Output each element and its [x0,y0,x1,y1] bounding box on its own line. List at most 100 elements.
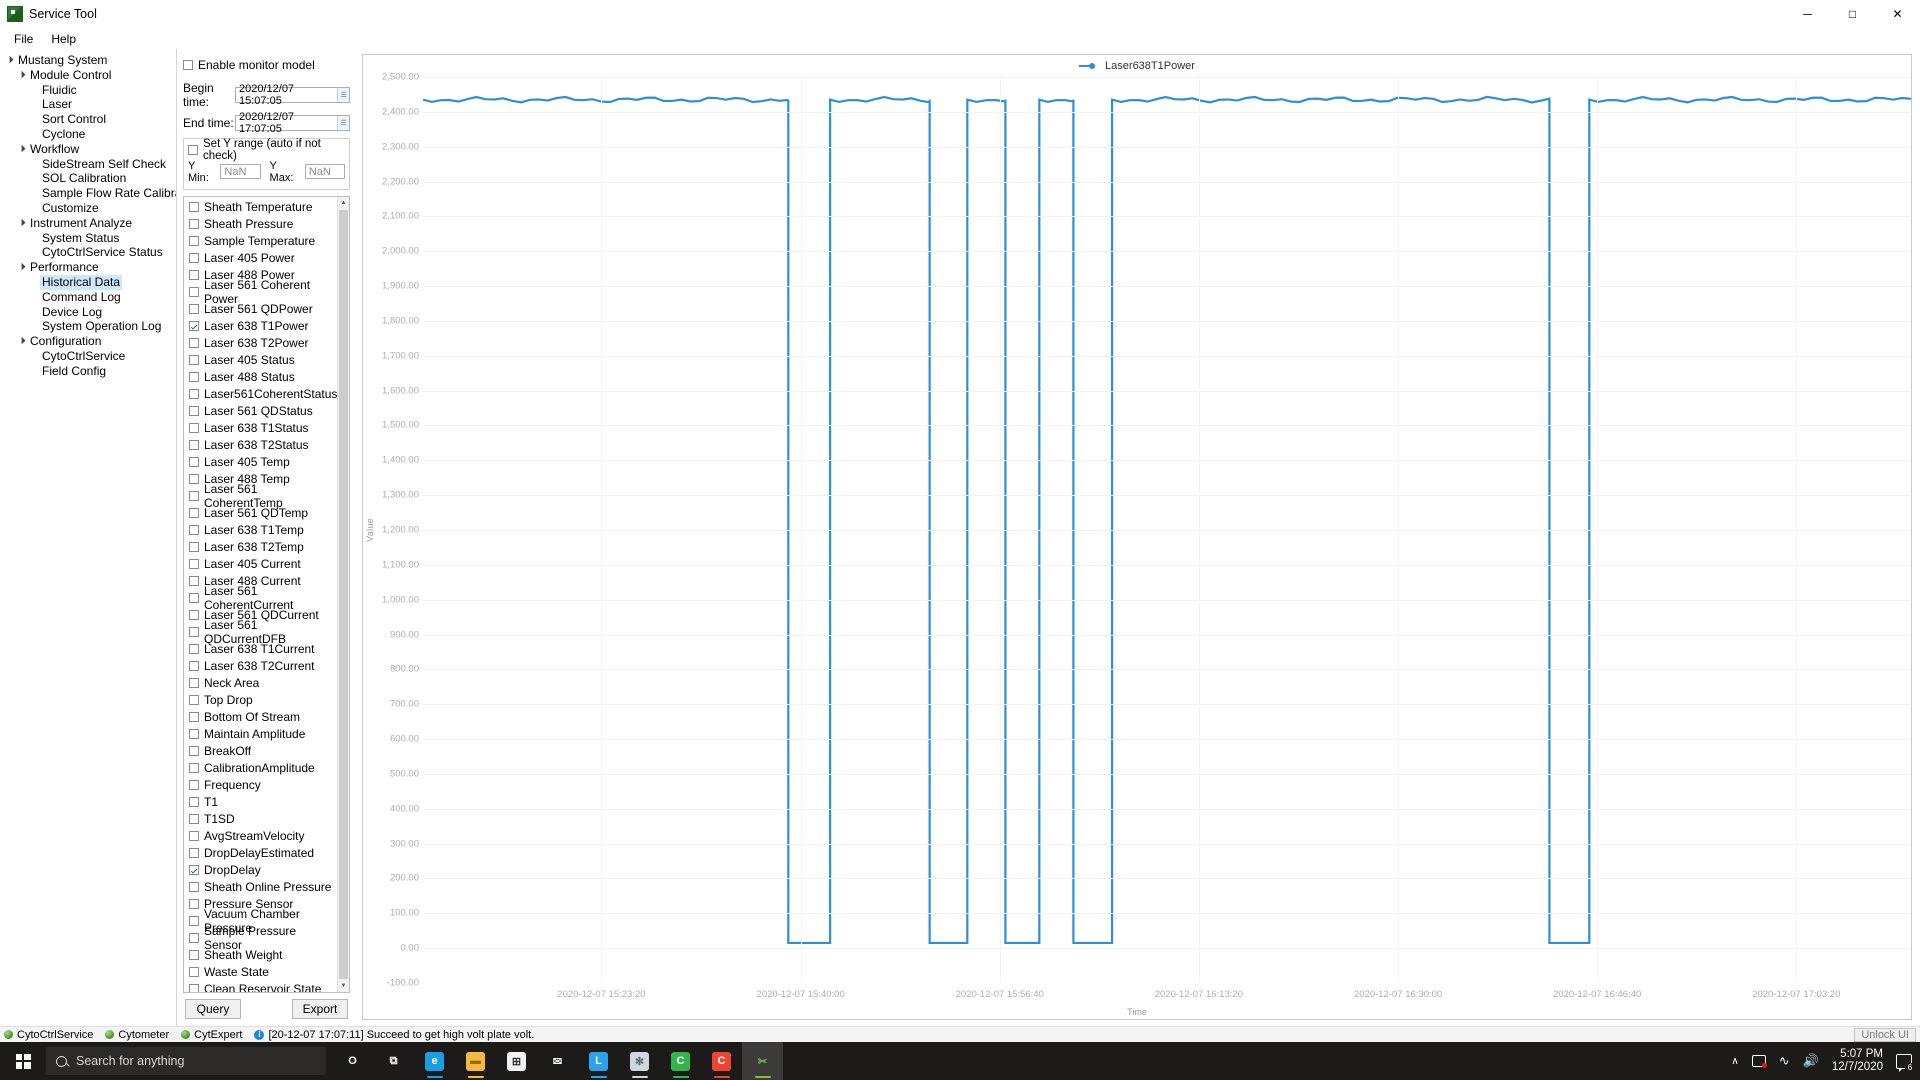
signal-item-laser-638-t1temp[interactable]: Laser 638 T1Temp [189,522,337,539]
signal-checkbox[interactable] [189,287,199,298]
sidebar-item-device-log[interactable]: Device Log [0,305,176,320]
end-time-input[interactable]: 2020/12/07 17:07:05 ☰ [235,111,350,135]
signal-item-laser-405-power[interactable]: Laser 405 Power [189,250,337,267]
sidebar-item-laser[interactable]: Laser [0,97,176,112]
l-app-button[interactable]: L [578,1042,619,1080]
signal-item-dropdelayestimated[interactable]: DropDelayEstimated [189,845,337,862]
sidebar-item-sample-flow-rate-calibration[interactable]: Sample Flow Rate Calibration [0,186,176,201]
sidebar-item-system-status[interactable]: System Status [0,231,176,246]
signal-item-laser-405-current[interactable]: Laser 405 Current [189,556,337,573]
signal-checkbox[interactable] [189,644,199,655]
y-min-input[interactable]: NaN [220,164,261,180]
signal-item-laser-488-status[interactable]: Laser 488 Status [189,369,337,386]
wifi-icon[interactable]: ∿ [1779,1053,1790,1069]
sidebar-item-sidestream-self-check[interactable]: SideStream Self Check [0,157,176,172]
signal-checkbox[interactable] [189,491,199,502]
signal-item-sample-temperature[interactable]: Sample Temperature [189,233,337,250]
notifications-icon[interactable]: 6 [1896,1053,1915,1073]
sidebar-item-field-config[interactable]: Field Config [0,364,176,379]
start-button[interactable] [0,1042,46,1080]
sidebar-item-configuration[interactable]: ◢ Configuration [0,334,176,349]
signal-checkbox[interactable] [189,474,199,485]
taskbar-search-input[interactable]: Search for anything [46,1047,326,1075]
minimize-button[interactable]: ─ [1785,0,1830,29]
sidebar-item-cytoctrlservice[interactable]: CytoCtrlService [0,349,176,364]
signal-item-waste-state[interactable]: Waste State [189,964,337,981]
sidebar-item-performance[interactable]: ◢ Performance [0,260,176,275]
sidebar-item-historical-data[interactable]: Historical Data [0,274,176,290]
signal-item-clean-reservoir-state[interactable]: Clean Reservoir State [189,981,337,992]
signal-checkbox[interactable] [189,559,199,570]
sidebar-item-cytoctrlservice-status[interactable]: CytoCtrlService Status [0,245,176,260]
signal-item-sheath-pressure[interactable]: Sheath Pressure [189,216,337,233]
scroll-down-button[interactable]: ▼ [338,980,350,992]
chart-legend[interactable]: Laser638T1Power [363,55,1911,77]
sidebar-item-mustang-system[interactable]: ◢ Mustang System [0,53,176,68]
signal-item-neck-area[interactable]: Neck Area [189,675,337,692]
signal-item-top-drop[interactable]: Top Drop [189,692,337,709]
begin-time-input[interactable]: 2020/12/07 15:07:05 ☰ [235,83,350,107]
sidebar-item-cyclone[interactable]: Cyclone [0,127,176,142]
taskbar-clock[interactable]: 5:07 PM 12/7/2020 [1832,1048,1883,1074]
signal-item-laser-638-t1status[interactable]: Laser 638 T1Status [189,420,337,437]
show-hidden-icons-icon[interactable]: ∧ [1731,1056,1738,1067]
signal-checkbox[interactable] [189,253,199,264]
signal-checkbox[interactable] [189,627,199,638]
signal-item-laser-638-t1power[interactable]: Laser 638 T1Power [189,318,337,335]
maximize-button[interactable]: □ [1830,0,1875,29]
signal-checkbox[interactable] [189,542,199,553]
network-icon[interactable] [1751,1055,1767,1068]
signal-checkbox[interactable] [189,848,199,859]
edge-button[interactable]: e [414,1042,455,1080]
signal-checkbox[interactable] [189,321,199,332]
unlock-ui-button[interactable]: Unlock UI [1854,1027,1916,1042]
signal-item-sheath-temperature[interactable]: Sheath Temperature [189,199,337,216]
sidebar-item-command-log[interactable]: Command Log [0,290,176,305]
sidebar-item-module-control[interactable]: ◢ Module Control [0,68,176,83]
signal-checkbox[interactable] [189,304,199,315]
signal-item-avgstreamvelocity[interactable]: AvgStreamVelocity [189,828,337,845]
sidebar-item-instrument-analyze[interactable]: ◢ Instrument Analyze [0,216,176,231]
signal-checkbox[interactable] [189,746,199,757]
signal-checkbox[interactable] [189,525,199,536]
signal-item-sheath-online-pressure[interactable]: Sheath Online Pressure [189,879,337,896]
signal-checkbox[interactable] [189,423,199,434]
file-explorer-button[interactable]: ▬ [455,1042,496,1080]
signal-checkbox[interactable] [189,729,199,740]
signal-item-laser-405-status[interactable]: Laser 405 Status [189,352,337,369]
sidebar-item-customize[interactable]: Customize [0,201,176,216]
signal-checkbox[interactable] [189,763,199,774]
scroll-up-button[interactable]: ▲ [338,197,350,209]
signal-checkbox[interactable] [189,593,199,604]
scrollbar-thumb[interactable] [339,209,348,979]
signal-list-scrollbar[interactable]: ▲ ▼ [337,196,350,992]
signal-list[interactable]: Sheath Temperature Sheath Pressure Sample … [183,195,350,993]
microsoft-store-button[interactable]: ⊞ [496,1042,537,1080]
signal-item-laser-561-coherenttemp[interactable]: Laser 561 CoherentTemp [189,482,337,510]
historical-data-chart[interactable]: Laser638T1Power Value 2,500.00 2,400.00 2,… [362,54,1912,1020]
signal-checkbox[interactable] [189,967,199,978]
volume-icon[interactable]: 🔊 [1803,1053,1819,1069]
signal-checkbox[interactable] [189,270,199,281]
signal-checkbox[interactable] [189,712,199,723]
signal-checkbox[interactable] [189,695,199,706]
signal-item-laser-638-t2current[interactable]: Laser 638 T2Current [189,658,337,675]
signal-checkbox[interactable] [189,899,199,910]
snowflake-app-button[interactable]: ✻ [619,1042,660,1080]
signal-checkbox[interactable] [189,576,199,587]
signal-checkbox[interactable] [189,882,199,893]
signal-checkbox[interactable] [189,984,199,992]
mail-button[interactable]: ✉ [537,1042,578,1080]
signal-checkbox[interactable] [189,780,199,791]
signal-item-sample-pressure-sensor[interactable]: Sample Pressure Sensor [189,924,337,952]
set-y-range-row[interactable]: Set Y range (auto if not check) [188,138,345,162]
menu-help[interactable]: Help [43,30,84,48]
signal-item-laser-561-coherent-power[interactable]: Laser 561 Coherent Power [189,278,337,306]
export-button[interactable]: Export [292,999,348,1019]
signal-checkbox[interactable] [189,508,199,519]
signal-checkbox[interactable] [189,814,199,825]
signal-checkbox[interactable] [189,202,199,213]
signal-checkbox[interactable] [189,678,199,689]
signal-item-maintain-amplitude[interactable]: Maintain Amplitude [189,726,337,743]
signal-item-frequency[interactable]: Frequency [189,777,337,794]
